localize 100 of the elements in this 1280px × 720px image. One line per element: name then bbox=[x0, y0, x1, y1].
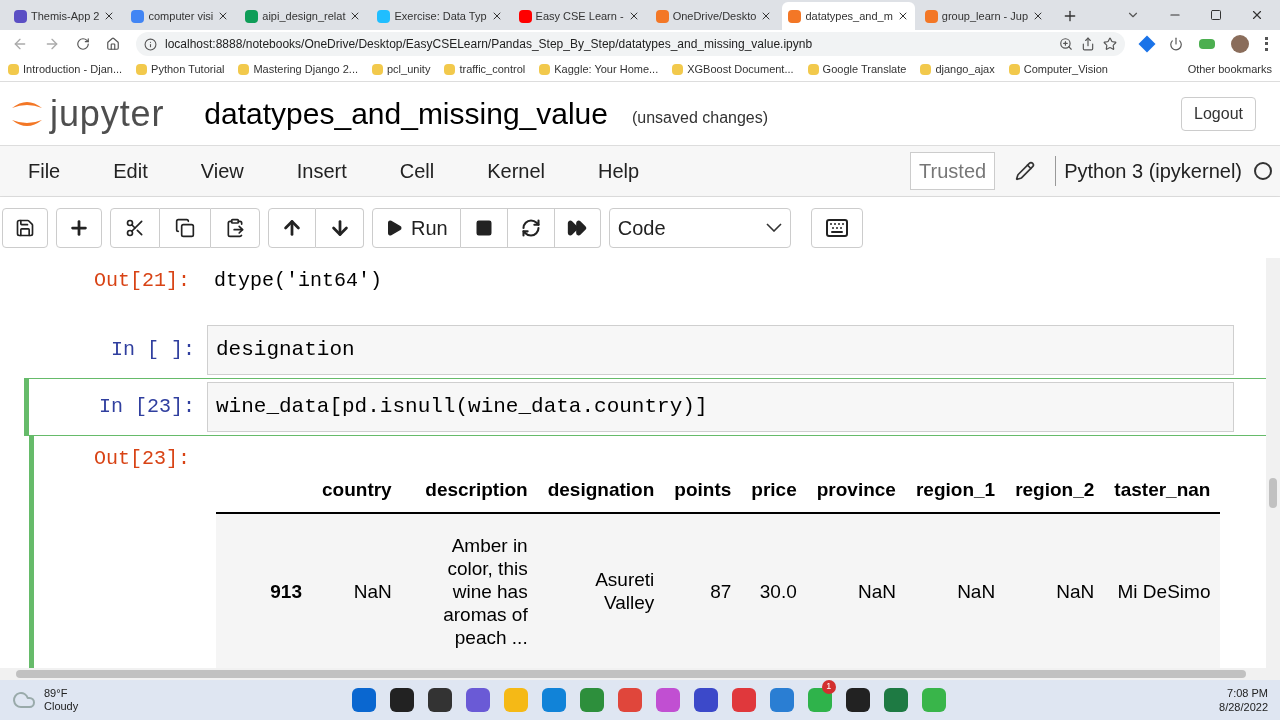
extension-icon[interactable] bbox=[1199, 39, 1215, 49]
weather-temperature: 89°F bbox=[44, 687, 69, 700]
bookmark-item[interactable]: Introduction - Djan... bbox=[8, 61, 123, 78]
maximize-icon[interactable] bbox=[1210, 9, 1222, 21]
code-input[interactable]: wine_data[pd.isnull(wine_data.country)] bbox=[207, 381, 1234, 432]
browser-tab[interactable]: group_learn - Jup bbox=[918, 2, 1051, 30]
other-bookmarks[interactable]: Other bookmarks bbox=[1187, 61, 1272, 78]
fast-forward-icon bbox=[567, 217, 588, 238]
paste-icon bbox=[225, 217, 245, 238]
column-header: taster_nan bbox=[1104, 467, 1221, 513]
more-icon[interactable] bbox=[1265, 37, 1268, 51]
menu-item[interactable]: File bbox=[24, 156, 65, 186]
kernel-name[interactable]: Python 3 (ipykernel) bbox=[1064, 156, 1242, 186]
table-cell: NaN bbox=[905, 513, 1006, 668]
table-cell: NaN bbox=[312, 513, 402, 668]
menu-item[interactable]: View bbox=[196, 156, 248, 186]
table-cell: Mi DeSimo bbox=[1104, 513, 1221, 668]
browser-tab[interactable]: datatypes_and_m bbox=[782, 2, 915, 30]
info-icon bbox=[144, 37, 157, 51]
input-prompt: In [ ]: bbox=[110, 336, 196, 363]
column-header: designation bbox=[537, 467, 665, 513]
home-icon[interactable] bbox=[106, 37, 120, 51]
copy-button[interactable] bbox=[160, 207, 210, 248]
input-prompt: In [23]: bbox=[98, 393, 196, 420]
save-icon bbox=[15, 217, 35, 238]
browser-tab[interactable]: OneDrive/Deskto bbox=[649, 2, 779, 30]
menu-item[interactable]: Insert bbox=[292, 156, 351, 186]
table-cell: NaN bbox=[806, 513, 906, 668]
trusted-indicator[interactable]: Trusted bbox=[910, 152, 996, 190]
save-status: (unsaved changes) bbox=[631, 107, 769, 128]
profile-avatar[interactable] bbox=[1231, 35, 1249, 53]
bookmark-item[interactable]: Mastering Django 2... bbox=[238, 61, 358, 78]
output-prompt: Out[23]: bbox=[94, 445, 191, 472]
play-icon bbox=[385, 218, 403, 237]
bookmark-icon bbox=[807, 64, 819, 75]
clock-time: 7:08 PM bbox=[1227, 686, 1268, 700]
bookmark-icon bbox=[372, 64, 383, 75]
close-icon[interactable] bbox=[1250, 8, 1264, 22]
cut-button[interactable] bbox=[110, 207, 160, 248]
tab-title: Themis-App 2 bbox=[31, 8, 100, 24]
weather-condition: Cloudy bbox=[44, 700, 79, 713]
run-all-button[interactable] bbox=[554, 207, 601, 248]
restart-button[interactable] bbox=[506, 207, 555, 248]
bookmark-item[interactable]: Google Translate bbox=[807, 61, 907, 78]
browser-tab[interactable]: aipi_design_relat bbox=[239, 2, 368, 30]
caret-icon bbox=[765, 223, 782, 232]
paste-button[interactable] bbox=[210, 207, 260, 248]
run-button[interactable]: Run bbox=[372, 207, 461, 248]
power-icon[interactable] bbox=[1169, 37, 1183, 51]
code-cell[interactable]: In [ ]: designation bbox=[29, 321, 1266, 379]
bookmark-icon bbox=[238, 64, 250, 75]
menu-item[interactable]: Help bbox=[594, 156, 644, 186]
menu-item[interactable]: Cell bbox=[395, 156, 439, 186]
move-up-button[interactable] bbox=[268, 207, 316, 248]
tab-title: computer visi bbox=[148, 8, 214, 24]
add-cell-button[interactable] bbox=[56, 207, 102, 248]
output-text: dtype('int64') bbox=[214, 268, 383, 294]
bookmark-item[interactable]: pcl_unity bbox=[372, 61, 431, 78]
code-cell[interactable]: In [23]: wine_data[pd.isnull(wine_data.country)] bbox=[24, 378, 1266, 436]
column-header: region_2 bbox=[1005, 467, 1105, 513]
bookmark-item[interactable]: Python Tutorial bbox=[136, 61, 225, 78]
code-input[interactable]: designation bbox=[207, 324, 1234, 375]
edit-icon[interactable] bbox=[1015, 161, 1036, 181]
menu-item[interactable]: Edit bbox=[109, 156, 152, 186]
bookmark-item[interactable]: traffic_control bbox=[444, 61, 526, 78]
notebook-title[interactable]: datatypes_and_missing_value bbox=[204, 91, 608, 136]
cell-type-dropdown[interactable]: Code bbox=[608, 207, 791, 248]
tab-title: Exercise: Data Typ bbox=[394, 8, 487, 24]
browser-tab[interactable]: Easy CSE Learn - bbox=[512, 2, 646, 30]
column-header: country bbox=[312, 467, 402, 513]
copy-icon bbox=[175, 217, 195, 238]
bookmark-icon bbox=[8, 64, 19, 75]
browser-tab[interactable]: Themis-App 2 bbox=[8, 2, 122, 30]
bookmark-star-icon[interactable] bbox=[1103, 37, 1117, 51]
menu-item[interactable]: Kernel bbox=[483, 156, 549, 186]
scissors-icon bbox=[125, 217, 145, 238]
save-button[interactable] bbox=[2, 207, 48, 248]
zoom-icon[interactable] bbox=[1059, 37, 1073, 51]
keyboard-button[interactable] bbox=[810, 207, 863, 248]
bookmark-item[interactable]: XGBoost Document... bbox=[672, 61, 794, 78]
bookmark-item[interactable]: Kaggle: Your Home... bbox=[539, 61, 659, 78]
column-header: description bbox=[401, 467, 538, 513]
output-prompt: Out[21]: bbox=[94, 268, 191, 294]
logout-button[interactable]: Logout bbox=[1181, 96, 1256, 131]
tab-title: Easy CSE Learn - bbox=[535, 8, 624, 24]
browser-tab[interactable]: Exercise: Data Typ bbox=[371, 2, 509, 30]
bookmark-item[interactable]: Computer_Vision bbox=[1008, 61, 1108, 78]
restart-icon bbox=[520, 217, 541, 238]
url-text: localhost:8888/notebooks/OneDrive/Desktop/EasyCSELearn/Pandas_Step_By_Step/datatypes_and_missing_value.ipynb bbox=[165, 36, 814, 53]
bookmark-icon bbox=[539, 64, 551, 75]
reload-icon[interactable] bbox=[76, 37, 90, 51]
bookmark-icon bbox=[136, 64, 148, 75]
tab-title: OneDrive/Deskto bbox=[672, 8, 757, 24]
bookmark-item[interactable]: django_ajax bbox=[920, 61, 995, 78]
move-down-button[interactable] bbox=[316, 207, 364, 248]
column-header: region_1 bbox=[905, 467, 1006, 513]
share-icon[interactable] bbox=[1081, 37, 1095, 51]
interrupt-button[interactable] bbox=[460, 207, 507, 248]
address-bar[interactable]: localhost:8888/notebooks/OneDrive/Desktop/EasyCSELearn/Pandas_Step_By_Step/datatypes_and_missing_value.ipynb bbox=[136, 32, 1125, 56]
browser-tab[interactable]: computer visi bbox=[125, 2, 236, 30]
